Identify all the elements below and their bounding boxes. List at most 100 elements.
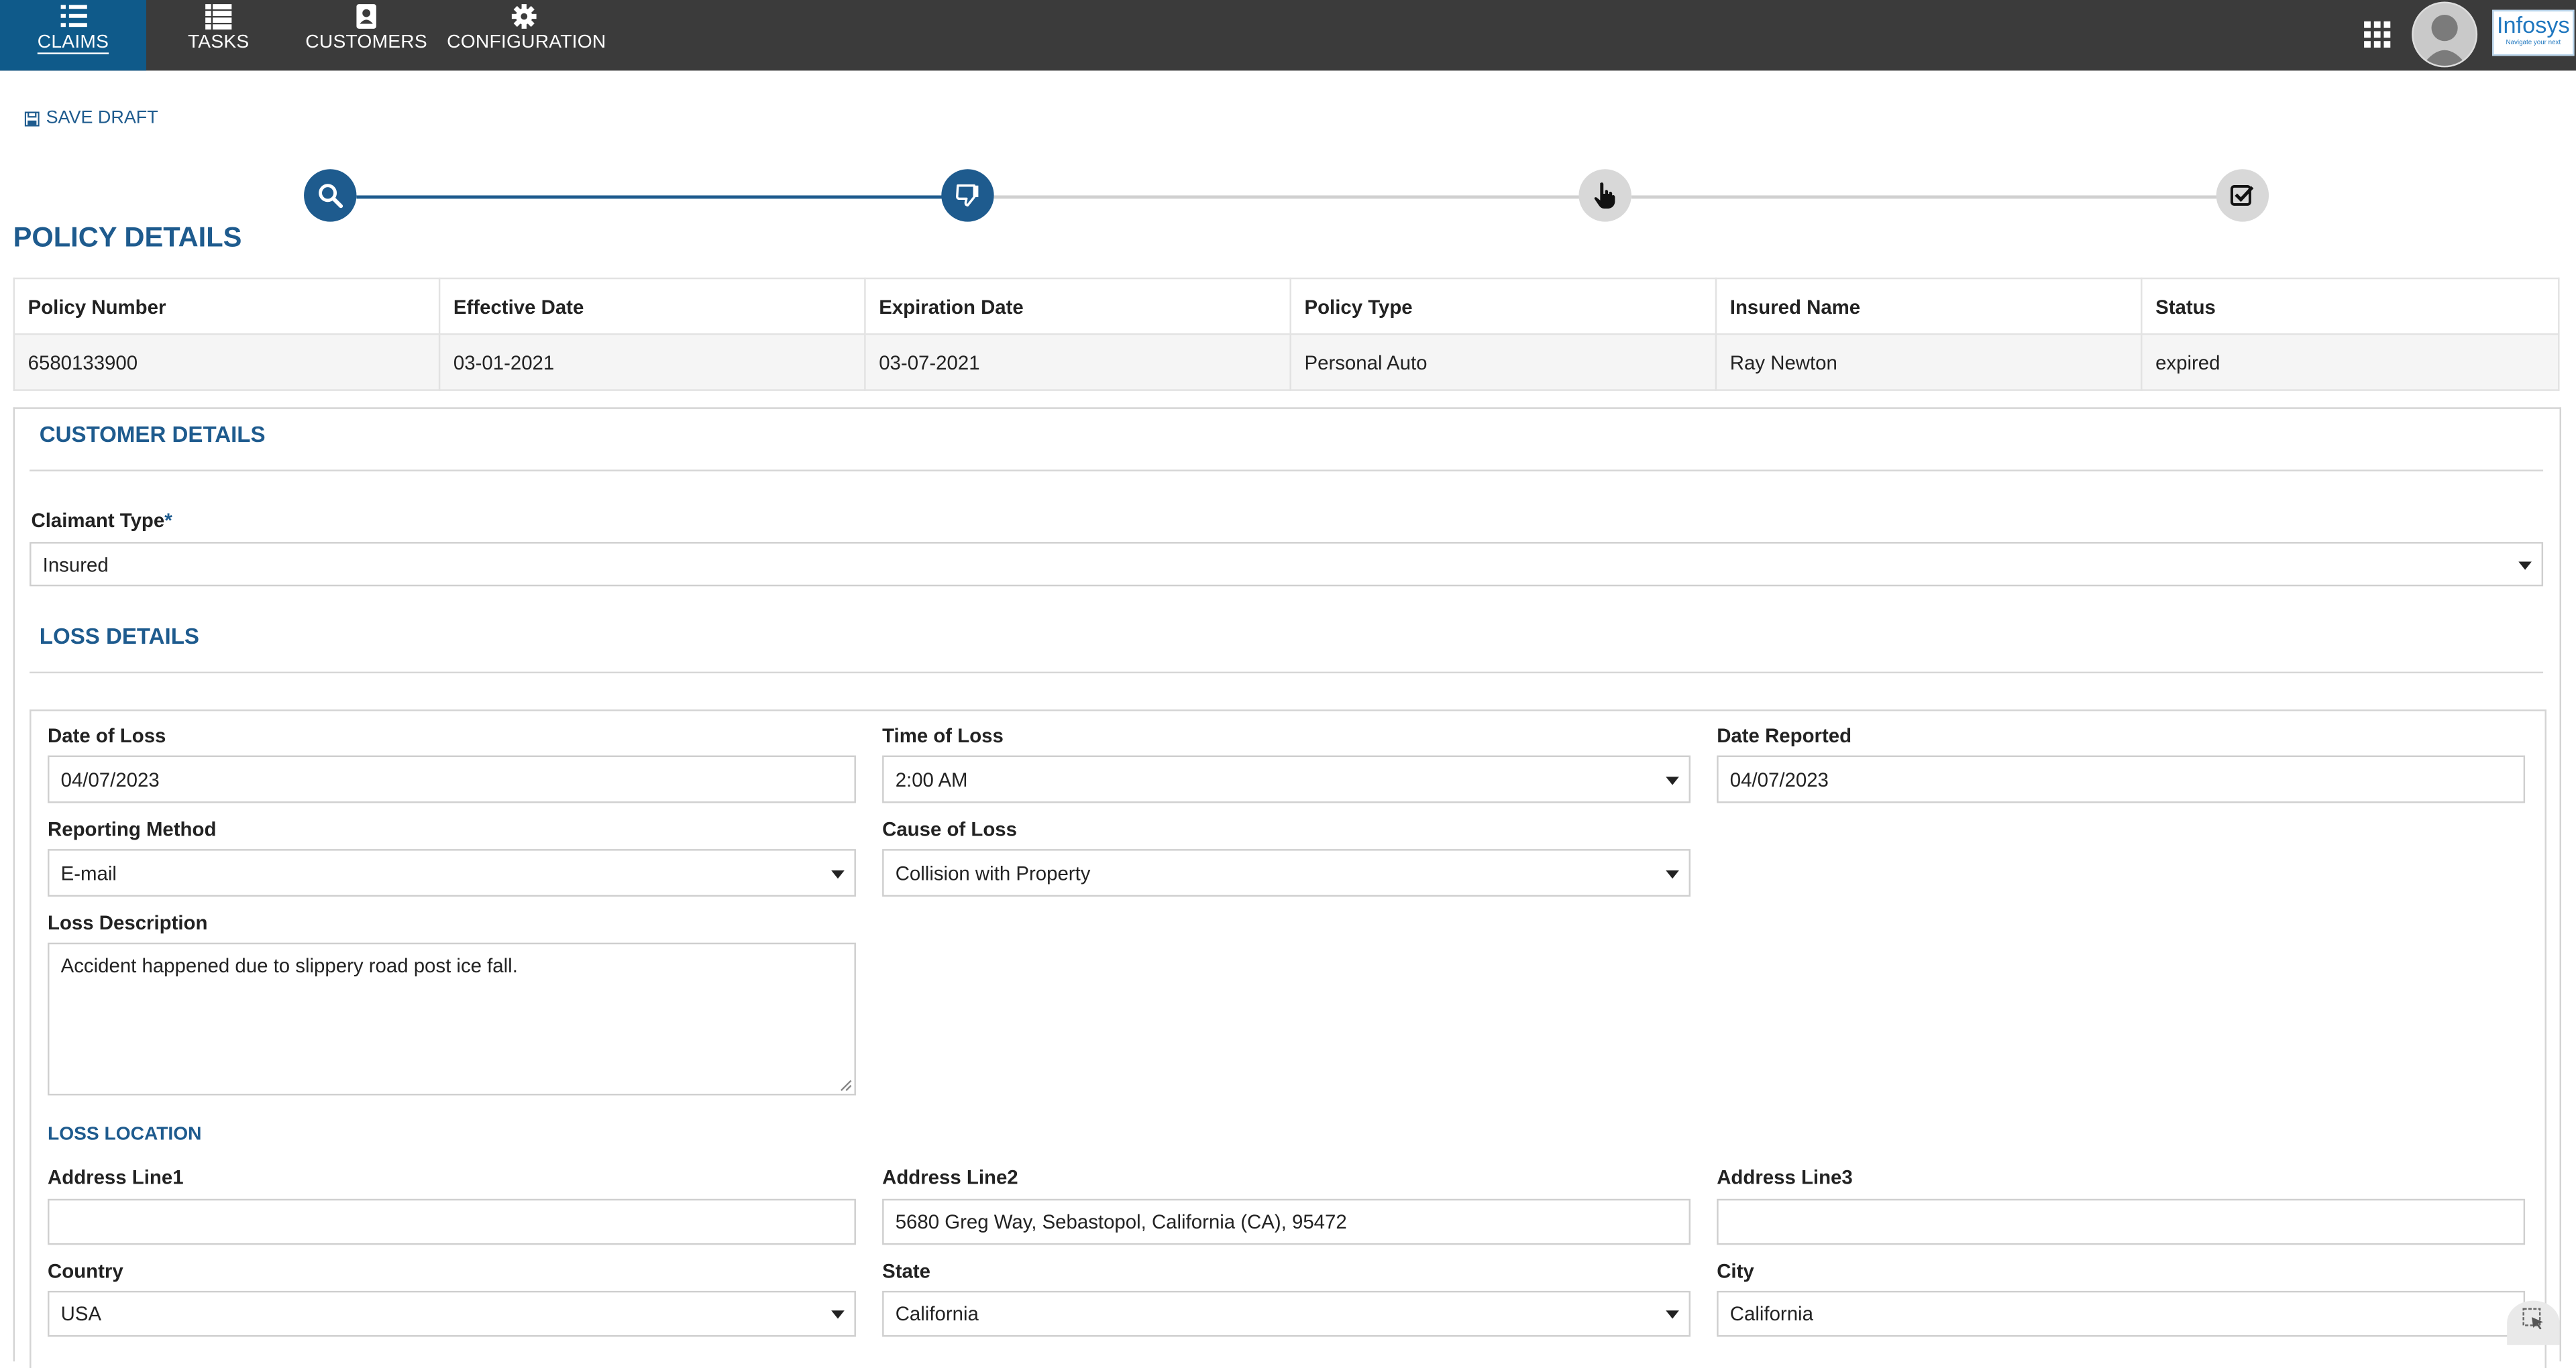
address-line2-input[interactable]: 5680 Greg Way, Sebastopol, California (C… [882,1198,1691,1245]
date-of-loss-input[interactable]: 04/07/2023 [48,755,856,803]
address-line3-input[interactable] [1717,1198,2526,1245]
chevron-down-icon [1666,1310,1679,1319]
required-marker: * [164,509,172,532]
address-line2-label: Address Line2 [882,1165,1018,1190]
column-header: Status [2141,277,2560,335]
policy-details-title: POLICY DETAILS [13,221,242,253]
date-reported-label: Date Reported [1717,724,1852,748]
address-line2-value: 5680 Greg Way, Sebastopol, California (C… [895,1210,1347,1234]
policy-table: Policy Number Effective Date Expiration … [13,277,2560,391]
cause-of-loss-select[interactable]: Collision with Property [882,849,1691,897]
address-line1-label: Address Line1 [48,1165,184,1190]
column-header: Expiration Date [864,277,1291,335]
customer-details-title: CUSTOMER DETAILS [39,422,266,447]
loss-description-value: Accident happened due to slippery road p… [60,954,518,978]
hand-pointer-icon [1594,182,1615,209]
policy-type-cell: Personal Auto [1289,333,1717,391]
state-select[interactable]: California [882,1290,1691,1337]
loss-description-label: Loss Description [48,911,208,935]
grid-icon[interactable] [2363,19,2392,49]
date-of-loss-label: Date of Loss [48,724,166,748]
save-icon [24,111,40,126]
brand-name: Infosys [2497,11,2570,38]
cursor-select-icon [2522,1308,2544,1330]
claimant-type-label: Claimant Type* [32,509,172,532]
city-label: City [1717,1259,1754,1283]
city-value: California [1729,1302,1813,1326]
check-square-icon [2231,185,2254,206]
country-select[interactable]: USA [48,1290,856,1337]
time-of-loss-label: Time of Loss [882,724,1004,748]
table-row[interactable]: 6580133900 03-01-2021 03-07-2021 Persona… [13,333,2560,391]
list-icon [60,5,87,27]
stepper-line-pending [1631,195,2220,199]
insured-name-cell: Ray Newton [1715,333,2143,391]
nav-configuration[interactable]: CONFIGURATION [447,0,606,70]
reporting-method-label: Reporting Method [48,817,217,841]
effective-date-cell: 03-01-2021 [438,333,866,391]
nav-claims[interactable]: CLAIMS [0,0,146,71]
expiration-date-cell: 03-07-2021 [864,333,1291,391]
address-line3-label: Address Line3 [1717,1165,1853,1190]
page: CLAIMS TASKS CUSTOMERS CONFIGURATION Inf… [0,0,2576,1368]
nav-claims-label: CLAIMS [37,32,109,53]
policy-table-header: Policy Number Effective Date Expiration … [13,277,2560,335]
reporting-method-value: E-mail [60,861,117,885]
column-header: Policy Type [1289,277,1717,335]
status-cell: expired [2141,333,2560,391]
divider [30,671,2544,674]
loss-description-textarea[interactable]: Accident happened due to slippery road p… [48,942,856,1096]
chevron-down-icon [2518,561,2532,569]
feedback-button[interactable] [2507,1300,2560,1345]
brand-tagline: Navigate your next [2506,38,2561,46]
step-loss-details[interactable] [941,169,994,222]
user-icon [2422,15,2467,66]
country-label: Country [48,1259,123,1283]
top-navigation-bar: CLAIMS TASKS CUSTOMERS CONFIGURATION Inf… [0,0,2576,71]
reporting-method-select[interactable]: E-mail [48,849,856,897]
save-draft-label: SAVE DRAFT [46,108,158,129]
state-label: State [882,1259,930,1283]
cause-of-loss-value: Collision with Property [895,861,1091,885]
time-of-loss-value: 2:00 AM [895,767,968,791]
step-involvement[interactable] [1578,169,1631,222]
chevron-down-icon [831,869,845,878]
brand-logo: Infosys Navigate your next [2492,9,2575,56]
claimant-type-select[interactable]: Insured [30,542,2544,587]
chevron-down-icon [831,1310,845,1319]
gear-icon [511,4,537,29]
date-reported-value: 04/07/2023 [1729,767,1829,791]
user-avatar[interactable] [2412,1,2478,68]
nav-customers[interactable]: CUSTOMERS [299,0,434,70]
chevron-down-icon [1666,869,1679,878]
date-of-loss-value: 04/07/2023 [60,767,160,791]
city-input[interactable]: California [1717,1290,2526,1337]
chevron-down-icon [1666,776,1679,785]
nav-tasks[interactable]: TASKS [161,0,276,70]
time-of-loss-select[interactable]: 2:00 AM [882,755,1691,803]
divider [30,469,2544,471]
cause-of-loss-label: Cause of Loss [882,817,1018,841]
stepper-line-pending [994,195,1582,199]
resize-handle-icon[interactable] [839,1079,853,1092]
save-draft-button[interactable]: SAVE DRAFT [24,108,158,129]
step-search[interactable] [304,169,357,222]
column-header: Effective Date [438,277,866,335]
claimant-type-label-text: Claimant Type [31,509,165,532]
contacts-icon [356,4,376,29]
thumbs-down-icon [956,184,979,207]
address-line1-input[interactable] [48,1198,856,1245]
policy-number-cell: 6580133900 [13,333,441,391]
date-reported-input[interactable]: 04/07/2023 [1717,755,2526,803]
step-review[interactable] [2216,169,2269,222]
country-value: USA [60,1302,102,1326]
search-icon [319,184,343,209]
tasks-icon [205,3,232,30]
loss-details-title: LOSS DETAILS [39,624,199,649]
claimant-type-value: Insured [42,553,109,576]
column-header: Insured Name [1715,277,2143,335]
nav-customers-label: CUSTOMERS [305,32,427,53]
stepper-line-complete [356,195,945,199]
nav-configuration-label: CONFIGURATION [447,32,606,53]
loss-location-title: LOSS LOCATION [48,1125,202,1145]
